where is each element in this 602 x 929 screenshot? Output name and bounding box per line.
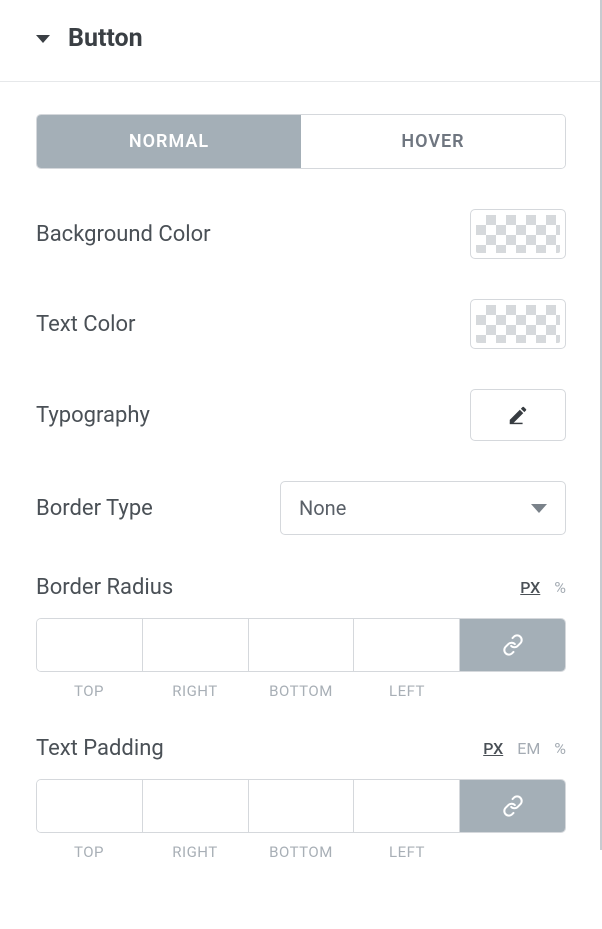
typography-row: Typography: [36, 389, 566, 441]
pencil-icon: [507, 404, 529, 426]
link-icon: [502, 634, 524, 656]
unit-em[interactable]: EM: [517, 739, 540, 758]
tab-normal[interactable]: NORMAL: [37, 115, 301, 168]
panel-header[interactable]: Button: [0, 0, 602, 82]
text-padding-side-labels: TOP RIGHT BOTTOM LEFT: [36, 843, 566, 861]
side-label-top: TOP: [36, 682, 142, 700]
typography-label: Typography: [36, 403, 150, 428]
border-radius-inputs: [36, 618, 566, 672]
border-radius-header: Border Radius PX %: [36, 575, 566, 600]
panel-body: NORMAL HOVER Background Color Text Color…: [0, 82, 602, 929]
border-radius-top-input[interactable]: [37, 619, 142, 671]
panel-title: Button: [68, 24, 143, 53]
border-radius-units: PX %: [520, 578, 566, 597]
text-padding-top-input[interactable]: [37, 780, 142, 832]
text-color-row: Text Color: [36, 299, 566, 349]
unit-px[interactable]: PX: [483, 739, 503, 758]
border-radius-group: Border Radius PX % TOP RIGHT BOTTOM LEFT: [36, 575, 566, 700]
side-label-bottom: BOTTOM: [248, 843, 354, 861]
border-type-value: None: [299, 496, 346, 520]
text-padding-right-input[interactable]: [143, 780, 248, 832]
side-label-right: RIGHT: [142, 682, 248, 700]
chevron-down-icon: [531, 504, 547, 513]
transparent-checker-icon: [476, 215, 560, 253]
border-radius-right-input[interactable]: [143, 619, 248, 671]
background-color-label: Background Color: [36, 222, 211, 247]
side-label-right: RIGHT: [142, 843, 248, 861]
text-color-swatch[interactable]: [470, 299, 566, 349]
text-padding-left-input[interactable]: [354, 780, 459, 832]
text-padding-bottom-input[interactable]: [249, 780, 354, 832]
unit-percent[interactable]: %: [554, 739, 566, 758]
text-padding-link-button[interactable]: [460, 780, 565, 832]
text-padding-label: Text Padding: [36, 736, 164, 761]
border-radius-label: Border Radius: [36, 575, 173, 600]
border-radius-left-input[interactable]: [354, 619, 459, 671]
border-radius-side-labels: TOP RIGHT BOTTOM LEFT: [36, 682, 566, 700]
background-color-swatch[interactable]: [470, 209, 566, 259]
unit-percent[interactable]: %: [554, 578, 566, 597]
text-padding-header: Text Padding PX EM %: [36, 736, 566, 761]
text-padding-units: PX EM %: [483, 739, 566, 758]
side-label-top: TOP: [36, 843, 142, 861]
border-radius-bottom-input[interactable]: [249, 619, 354, 671]
background-color-row: Background Color: [36, 209, 566, 259]
text-color-label: Text Color: [36, 312, 136, 337]
caret-down-icon: [36, 35, 50, 43]
text-padding-group: Text Padding PX EM % TOP RIGHT BOTTOM LE…: [36, 736, 566, 861]
transparent-checker-icon: [476, 305, 560, 343]
border-type-label: Border Type: [36, 496, 153, 521]
side-label-left: LEFT: [354, 843, 460, 861]
border-type-row: Border Type None: [36, 481, 566, 535]
border-radius-link-button[interactable]: [460, 619, 565, 671]
tab-hover[interactable]: HOVER: [301, 115, 565, 168]
unit-px[interactable]: PX: [520, 578, 540, 597]
typography-edit-button[interactable]: [470, 389, 566, 441]
border-type-select[interactable]: None: [280, 481, 566, 535]
link-icon: [502, 795, 524, 817]
state-tabs: NORMAL HOVER: [36, 114, 566, 169]
side-label-bottom: BOTTOM: [248, 682, 354, 700]
side-label-left: LEFT: [354, 682, 460, 700]
text-padding-inputs: [36, 779, 566, 833]
